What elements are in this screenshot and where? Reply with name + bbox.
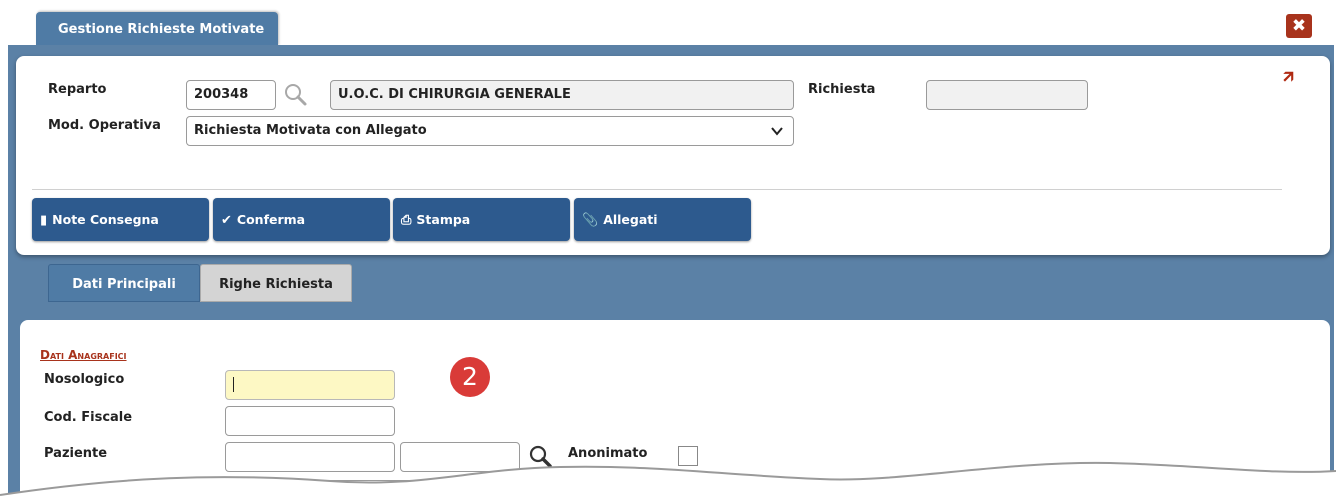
nosologico-label: Nosologico — [44, 372, 125, 387]
mod-operativa-value: Richiesta Motivata con Allegato — [194, 123, 427, 138]
search-icon[interactable] — [283, 82, 309, 108]
allegati-button[interactable]: 📎 Allegati — [574, 198, 751, 241]
text-cursor — [233, 377, 234, 392]
chevron-down-icon — [771, 127, 783, 136]
check-icon: ✔ — [221, 213, 232, 228]
stampa-label: Stampa — [416, 212, 471, 227]
tab-gestione-richieste-motivate[interactable]: Gestione Richieste Motivate — [36, 12, 278, 46]
section-dati-anagrafici: Dati Anagrafici — [40, 348, 127, 362]
cod-fiscale-label: Cod. Fiscale — [44, 410, 133, 425]
reparto-name-field[interactable]: U.O.C. DI CHIRURGIA GENERALE — [330, 80, 794, 110]
conferma-button[interactable]: ✔ Conferma — [213, 198, 390, 241]
print-icon: ⎙ — [401, 213, 412, 228]
note-consegna-label: Note Consegna — [52, 212, 159, 227]
allegati-label: Allegati — [603, 212, 658, 227]
step-badge: 2 — [450, 357, 490, 397]
conferma-label: Conferma — [236, 212, 306, 227]
reparto-label: Reparto — [48, 82, 107, 97]
paperclip-icon: 📎 — [582, 213, 599, 228]
richiesta-label: Richiesta — [808, 82, 876, 97]
collapse-up-arrow-icon[interactable]: 🡭 — [1283, 64, 1294, 93]
mod-operativa-label: Mod. Operativa — [48, 118, 161, 133]
note-icon: ▮ — [40, 213, 48, 228]
nosologico-input[interactable] — [225, 370, 395, 400]
stampa-button[interactable]: ⎙ Stampa — [393, 198, 570, 241]
divider — [32, 189, 1282, 190]
torn-edge — [0, 461, 1336, 500]
mod-operativa-select[interactable]: Richiesta Motivata con Allegato — [186, 116, 794, 146]
note-consegna-button[interactable]: ▮ Note Consegna — [32, 198, 209, 241]
close-button[interactable]: ✖ — [1286, 14, 1312, 38]
tab-dati-principali[interactable]: Dati Principali — [48, 264, 200, 302]
reparto-code-field[interactable]: 200348 — [186, 80, 276, 110]
tab-righe-richiesta[interactable]: Righe Richiesta — [200, 264, 352, 302]
cod-fiscale-input[interactable] — [225, 406, 395, 436]
richiesta-field[interactable] — [926, 80, 1088, 110]
